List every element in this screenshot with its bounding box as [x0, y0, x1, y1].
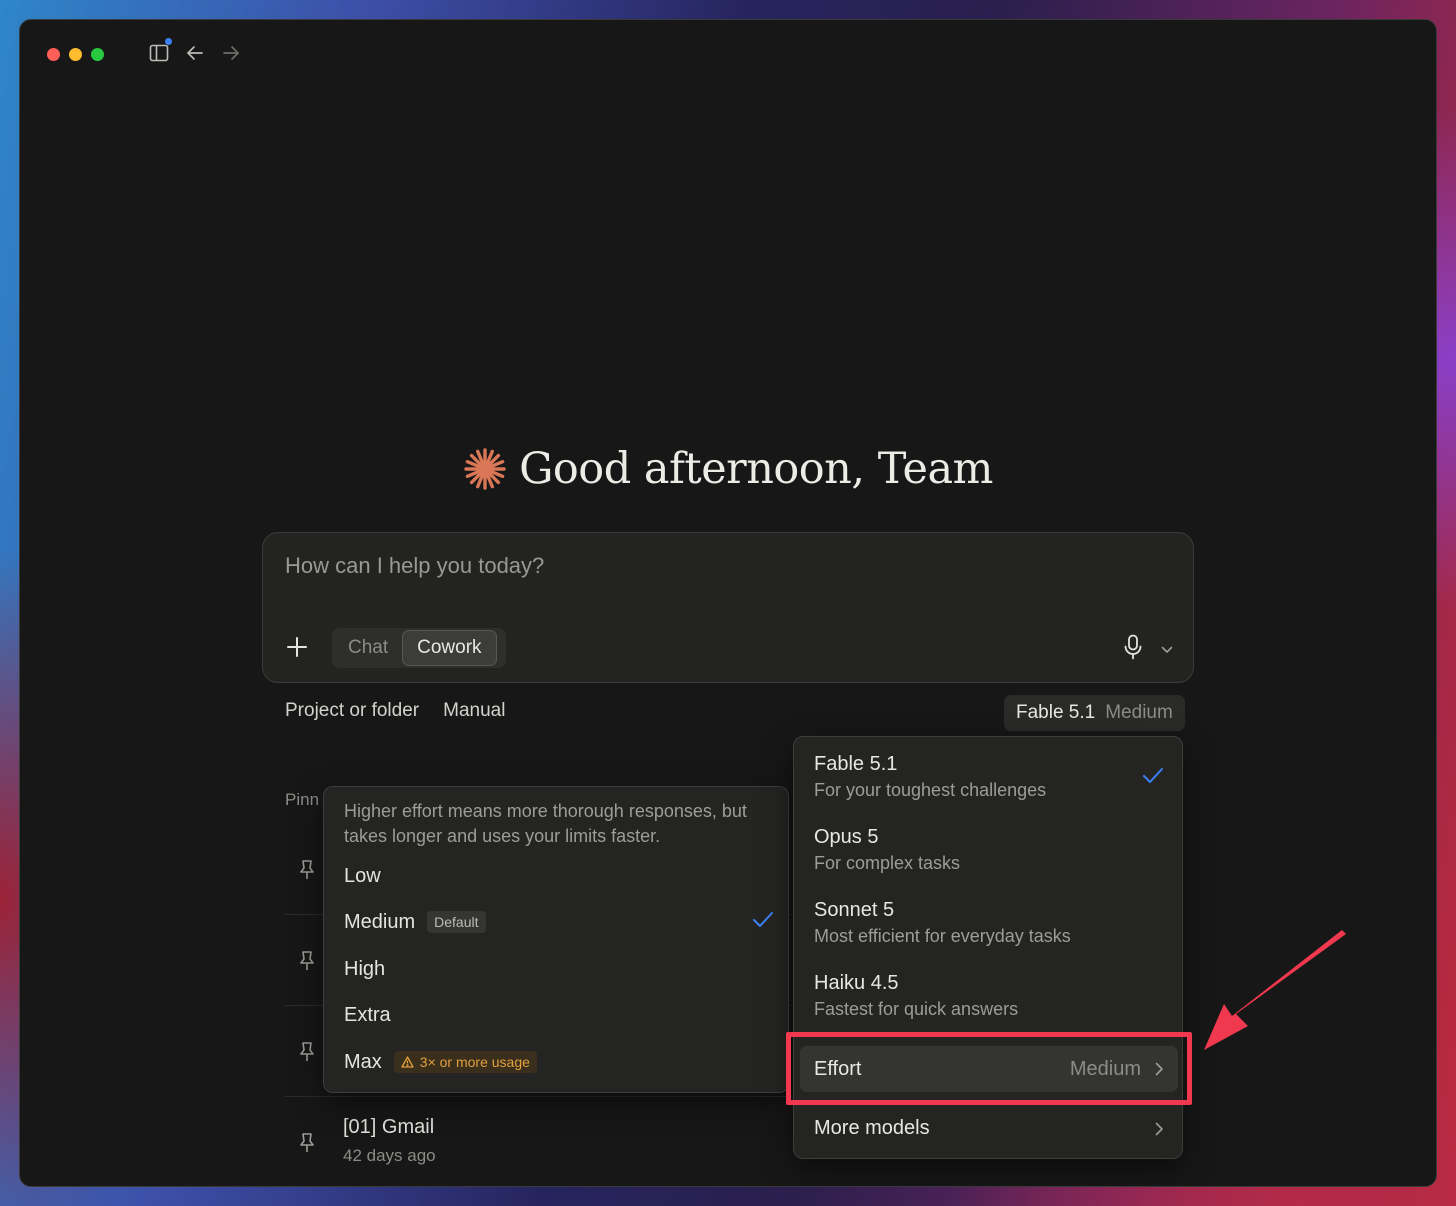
greeting: Good afternoon, Team	[20, 444, 1436, 494]
pin-icon	[300, 1042, 314, 1061]
effort-option-label: High	[344, 957, 386, 980]
model-selector-button[interactable]: Fable 5.1 Medium	[1004, 695, 1185, 731]
model-desc: For your toughest challenges	[814, 780, 1047, 800]
microphone-icon	[1124, 634, 1142, 660]
window-controls	[47, 48, 104, 61]
model-option-haiku[interactable]: Haiku 4.5 Fastest for quick answers	[814, 972, 1164, 1020]
effort-option-label: Medium	[344, 910, 416, 933]
spark-logo-icon	[464, 448, 506, 490]
greeting-text: Good afternoon, Team	[519, 444, 993, 494]
forward-arrow-icon	[223, 46, 239, 60]
minimize-window-button[interactable]	[69, 48, 82, 61]
cowork-mode-button[interactable]: Cowork	[402, 630, 497, 666]
model-chip-effort: Medium	[1105, 702, 1173, 723]
notification-dot	[165, 38, 172, 45]
prompt-input[interactable]	[285, 553, 1145, 579]
model-desc: For complex tasks	[814, 853, 961, 873]
model-desc: Most efficient for everyday tasks	[814, 926, 1071, 946]
close-window-button[interactable]	[47, 48, 60, 61]
check-icon	[753, 912, 773, 927]
mode-toggle: Chat Cowork	[332, 628, 506, 668]
effort-option-label: Max	[344, 1050, 382, 1073]
manual-button[interactable]: Manual	[443, 700, 505, 722]
effort-option-high[interactable]: High	[344, 952, 774, 986]
effort-description: Higher effort means more thorough respon…	[344, 801, 747, 846]
back-button[interactable]	[184, 42, 206, 64]
effort-option-extra[interactable]: Extra	[344, 998, 774, 1032]
usage-warning-badge: 3× or more usage	[393, 1051, 537, 1073]
pin-icon	[300, 860, 314, 879]
chat-mode-button[interactable]: Chat	[334, 630, 402, 666]
sidebar-icon	[149, 44, 169, 62]
effort-option-max[interactable]: Max 3× or more usage	[344, 1045, 774, 1079]
toggle-sidebar-button[interactable]	[148, 38, 172, 64]
model-option-opus[interactable]: Opus 5 For complex tasks	[814, 826, 1164, 874]
zoom-window-button[interactable]	[91, 48, 104, 61]
effort-option-low[interactable]: Low	[344, 859, 774, 893]
pinned-row-gmail[interactable]: [01] Gmail 42 days ago	[285, 1098, 805, 1186]
model-chip-name: Fable 5.1	[1016, 702, 1096, 723]
usage-warning-text: 3× or more usage	[419, 1054, 530, 1070]
forward-button[interactable]	[220, 42, 242, 64]
chevron-down-icon	[1161, 646, 1173, 653]
model-option-fable[interactable]: Fable 5.1 For your toughest challenges	[814, 753, 1164, 801]
plus-icon	[287, 637, 307, 657]
model-name: Sonnet 5	[814, 899, 895, 921]
effort-option-label: Low	[344, 864, 381, 887]
effort-option-label: Extra	[344, 1003, 391, 1026]
pinned-section-label: Pinn	[285, 790, 320, 809]
check-icon	[1143, 768, 1163, 783]
window-toolbar	[148, 38, 242, 64]
more-models-label: More models	[814, 1117, 930, 1139]
more-models-menu-item[interactable]: More models	[814, 1117, 1164, 1140]
add-attachment-button[interactable]	[285, 635, 309, 659]
annotation-highlight-box	[786, 1032, 1192, 1105]
voice-input-button[interactable]	[1123, 634, 1143, 665]
warning-icon	[401, 1056, 414, 1068]
project-folder-button[interactable]: Project or folder	[285, 700, 419, 722]
pinned-item-time: 42 days ago	[343, 1146, 436, 1165]
pin-icon	[300, 951, 314, 970]
composer-options-row: Project or folder Manual	[285, 700, 505, 722]
pinned-item-title: [01] Gmail	[343, 1116, 435, 1138]
annotation-arrow-icon	[1204, 930, 1346, 1050]
effort-submenu: Higher effort means more thorough respon…	[323, 786, 789, 1093]
model-name: Fable 5.1	[814, 753, 898, 775]
pin-icon	[300, 1133, 314, 1152]
composer: Chat Cowork	[262, 532, 1194, 683]
model-name: Haiku 4.5	[814, 972, 899, 994]
chevron-right-icon	[1155, 1122, 1163, 1135]
default-badge: Default	[427, 911, 486, 933]
model-desc: Fastest for quick answers	[814, 999, 1019, 1019]
back-arrow-icon	[187, 46, 203, 60]
voice-options-button[interactable]	[1161, 641, 1173, 659]
model-option-sonnet[interactable]: Sonnet 5 Most efficient for everyday tas…	[814, 899, 1164, 947]
effort-option-medium[interactable]: Medium Default	[344, 905, 774, 939]
model-name: Opus 5	[814, 826, 879, 848]
